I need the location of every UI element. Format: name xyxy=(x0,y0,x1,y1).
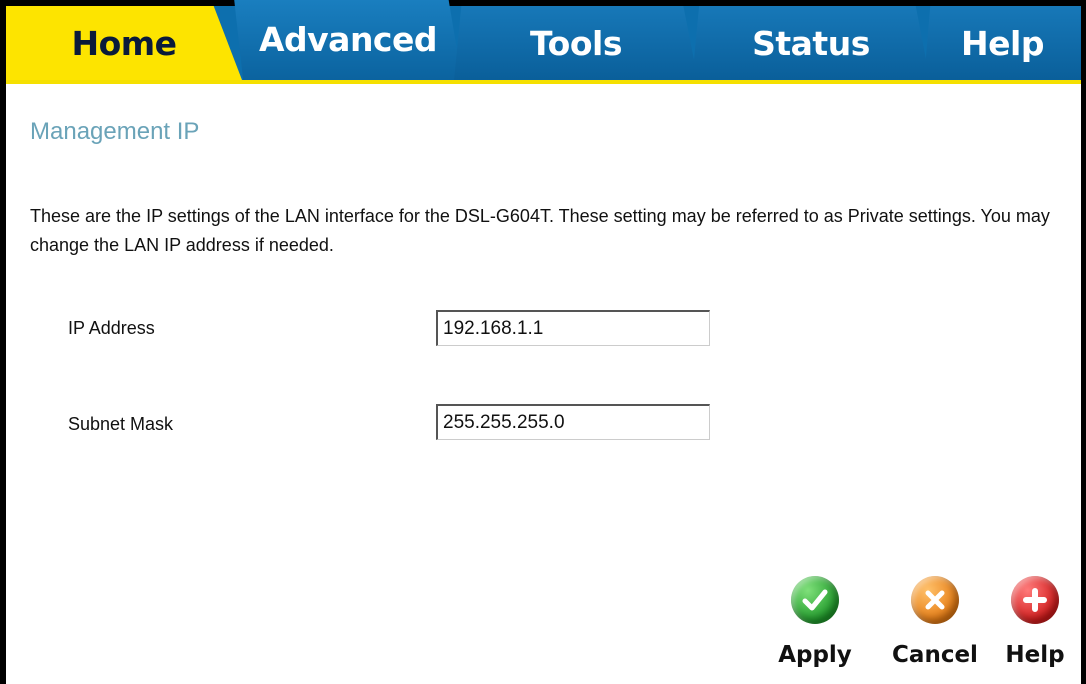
subnet-mask-input[interactable] xyxy=(436,404,710,440)
help-button[interactable]: Help xyxy=(990,576,1080,668)
tab-home[interactable]: Home xyxy=(6,6,242,80)
tab-help[interactable]: Help xyxy=(924,6,1081,80)
tab-advanced[interactable]: Advanced xyxy=(234,0,462,80)
cancel-label: Cancel xyxy=(892,642,978,668)
top-navigation: Home Advanced Tools Status Help xyxy=(6,0,1081,84)
page-title: Management IP xyxy=(30,118,200,145)
tab-tools[interactable]: Tools xyxy=(454,6,698,80)
checkmark-icon xyxy=(791,576,839,624)
tab-status[interactable]: Status xyxy=(692,6,930,80)
help-label: Help xyxy=(1005,642,1065,668)
page-description: These are the IP settings of the LAN int… xyxy=(30,206,1050,255)
ip-address-label: IP Address xyxy=(68,318,155,338)
apply-button[interactable]: Apply xyxy=(770,576,860,668)
subnet-mask-label: Subnet Mask xyxy=(68,414,174,434)
x-icon xyxy=(911,576,959,624)
apply-label: Apply xyxy=(778,642,852,668)
cancel-button[interactable]: Cancel xyxy=(890,576,980,668)
ip-address-input[interactable] xyxy=(436,310,710,346)
plus-icon xyxy=(1011,576,1059,624)
